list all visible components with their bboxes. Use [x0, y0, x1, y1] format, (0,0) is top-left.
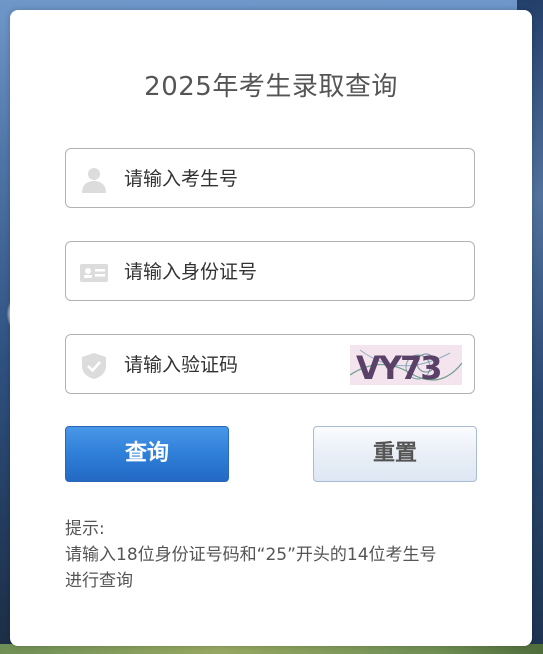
captcha-field[interactable]: VY73 [65, 334, 475, 394]
tip-text: 提示: 请输入18位身份证号码和“25”开头的14位考生号 进行查询 [65, 516, 495, 594]
query-card: 2025年考生录取查询 请输入考生号 请输入身份证号 请输入验证码 VY73 查… [10, 10, 532, 646]
tip-line-2: 进行查询 [65, 571, 133, 591]
id-number-input[interactable] [122, 254, 426, 290]
captcha-image[interactable]: VY73 [349, 345, 463, 387]
tip-line-1: 请输入18位身份证号码和“25”开头的14位考生号 [65, 545, 437, 565]
exam-number-field[interactable] [65, 148, 475, 208]
exam-number-input[interactable] [122, 161, 426, 197]
tip-label: 提示: [65, 519, 105, 539]
id-card-icon [80, 259, 108, 287]
reset-button[interactable]: 重置 [313, 426, 477, 482]
captcha-input[interactable] [122, 347, 346, 383]
captcha-text: VY73 [356, 349, 440, 385]
shield-icon [80, 352, 108, 380]
query-button[interactable]: 查询 [65, 426, 229, 482]
user-icon [80, 166, 108, 194]
id-number-field[interactable] [65, 241, 475, 301]
page-title: 2025年考生录取查询 [144, 72, 398, 102]
